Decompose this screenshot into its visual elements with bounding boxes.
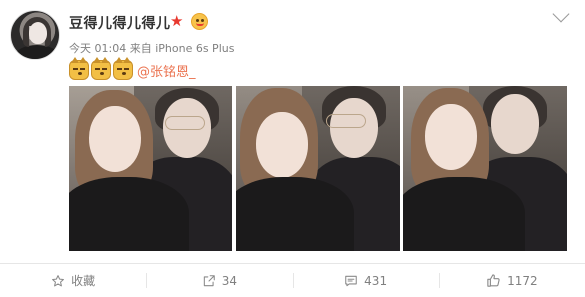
verified-star-icon[interactable]: ★ <box>170 12 183 30</box>
username[interactable]: 豆得儿得儿得儿 <box>69 13 171 33</box>
favorite-label: 收藏 <box>71 274 96 288</box>
weibo-post-card: 豆得儿得儿得儿 ★ 今天 01:04 来自 iPhone 6s Plus @张铭… <box>0 0 585 297</box>
source-prefix: 来自 <box>129 42 152 55</box>
action-bar: 收藏 34 431 1172 <box>0 264 585 297</box>
comment-button[interactable]: 431 <box>292 264 439 297</box>
doge-emoji-icon <box>69 57 89 80</box>
post-content: @张铭恩_ <box>69 57 196 81</box>
repost-count: 34 <box>221 273 238 288</box>
post-photo-1[interactable] <box>69 86 232 251</box>
mention-link[interactable]: @张铭恩_ <box>137 61 196 80</box>
doge-emoji-icon <box>91 57 111 80</box>
thumbs-up-icon <box>487 274 500 287</box>
avatar[interactable] <box>10 10 60 60</box>
comment-count: 431 <box>364 273 388 288</box>
chevron-down-icon[interactable] <box>552 5 570 23</box>
post-time[interactable]: 今天 01:04 <box>69 42 126 55</box>
like-count: 1172 <box>507 273 538 288</box>
comment-icon <box>345 275 357 286</box>
share-arrow-icon <box>203 274 215 286</box>
vip-face-icon[interactable] <box>191 13 208 30</box>
repost-button[interactable]: 34 <box>146 264 292 297</box>
star-outline-icon <box>52 274 65 286</box>
post-meta: 今天 01:04 来自 iPhone 6s Plus <box>69 40 234 56</box>
post-photo-2[interactable] <box>236 86 400 251</box>
like-button[interactable]: 1172 <box>438 264 585 297</box>
favorite-button[interactable]: 收藏 <box>0 264 146 297</box>
source-device[interactable]: iPhone 6s Plus <box>155 42 234 55</box>
doge-emoji-icon <box>113 57 133 80</box>
post-photo-3[interactable] <box>403 86 567 251</box>
